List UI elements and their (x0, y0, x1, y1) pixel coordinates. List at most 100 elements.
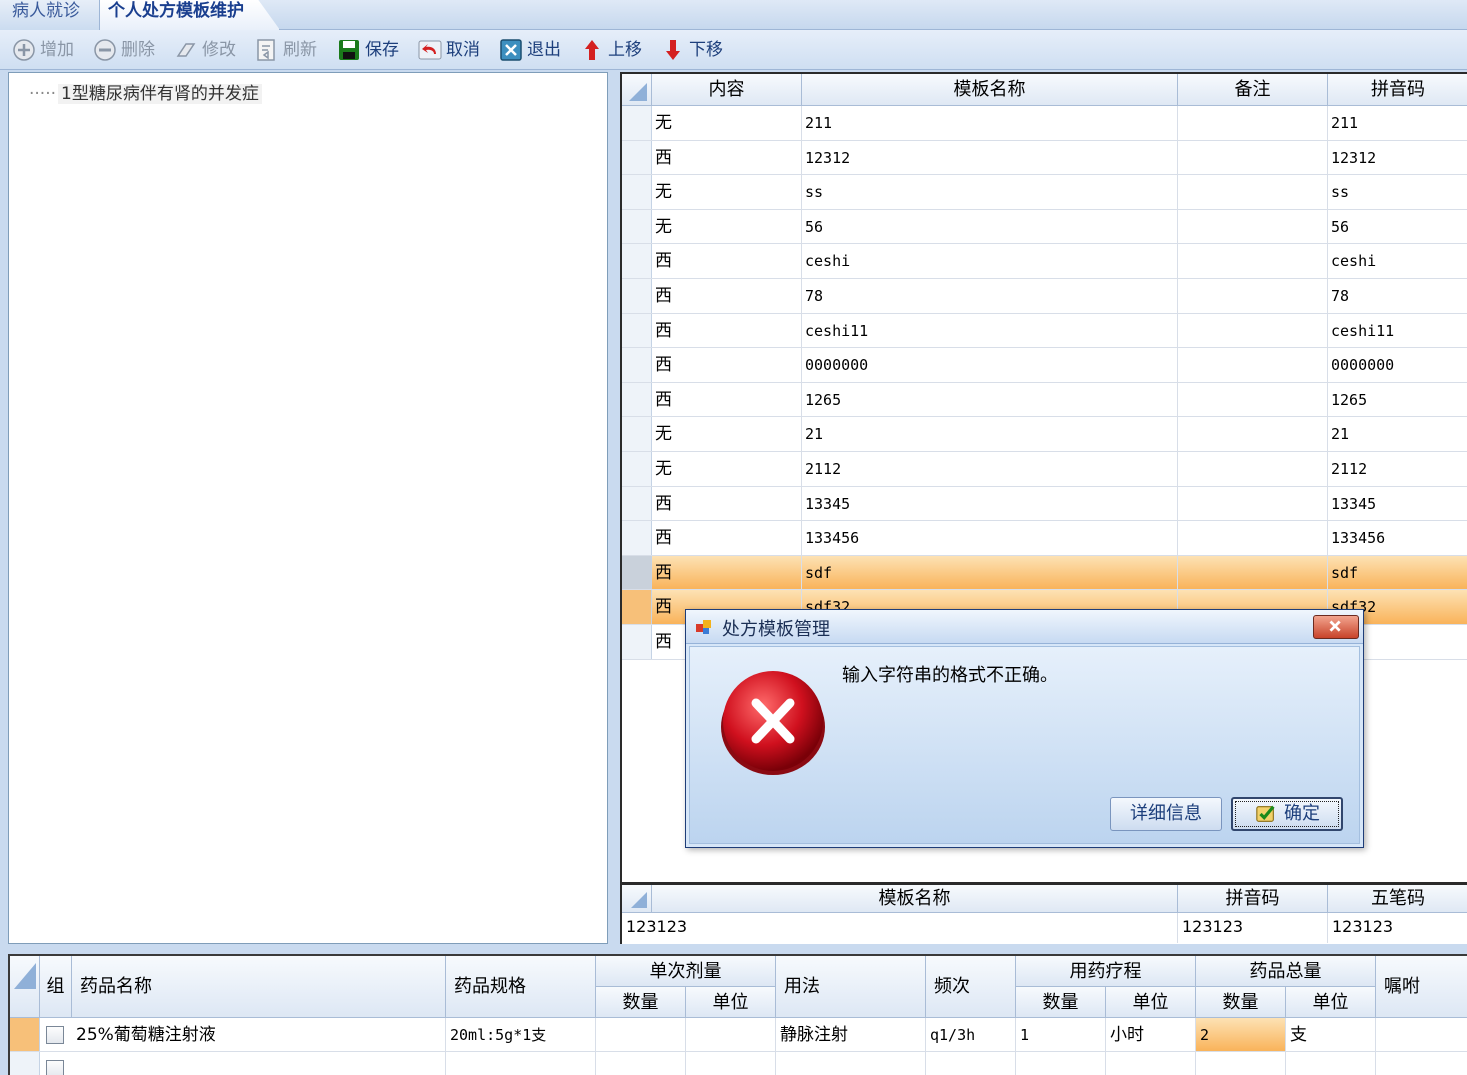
cell-name[interactable]: 78 (802, 279, 1178, 313)
add-button[interactable]: 增加 (12, 36, 74, 64)
template-edit-grid[interactable]: 模板名称 拼音码 五笔码 123123 123123 123123 (620, 882, 1467, 944)
dose-unit-cell[interactable] (686, 1018, 776, 1051)
cell-name[interactable]: ss (802, 175, 1178, 209)
horizontal-splitter[interactable] (0, 946, 1467, 954)
row-header[interactable] (622, 106, 652, 140)
cell-name[interactable]: ceshi (802, 244, 1178, 278)
cell-name[interactable]: 21 (802, 417, 1178, 451)
cell-content[interactable]: 西 (652, 140, 802, 175)
template-row[interactable]: 西 sdf sdf (622, 555, 1467, 591)
col-header-pinyin[interactable]: 拼音码 (1328, 74, 1467, 106)
cell-note[interactable] (1178, 486, 1328, 521)
drug-grid-corner[interactable] (10, 956, 40, 1018)
cell-content[interactable]: 西 (652, 521, 802, 555)
col-header-total-unit[interactable]: 单位 (1286, 987, 1376, 1018)
save-button[interactable]: 保存 (337, 36, 399, 64)
cell-content[interactable]: 西 (652, 348, 802, 382)
cell-note[interactable] (1178, 175, 1328, 209)
col-header-course[interactable]: 用药疗程 (1016, 956, 1196, 987)
template-row[interactable]: 西 ceshi11 ceshi11 (622, 313, 1467, 349)
row-header[interactable] (10, 1018, 40, 1051)
template-row[interactable]: 无 21 21 (622, 417, 1467, 452)
course-unit-cell[interactable] (1106, 1052, 1196, 1075)
cell-content[interactable]: 西 (652, 555, 802, 590)
cell-pinyin[interactable]: ceshi11 (1328, 314, 1467, 348)
cell-name[interactable]: 211 (802, 106, 1178, 140)
frequency-cell[interactable] (926, 1052, 1016, 1075)
drug-row-empty[interactable] (10, 1052, 1467, 1075)
row-header[interactable] (622, 417, 652, 451)
refresh-button[interactable]: 刷新 (255, 36, 317, 64)
exit-button[interactable]: 退出 (499, 36, 561, 64)
col-header-single-dose[interactable]: 单次剂量 (596, 956, 776, 987)
cell-note[interactable] (1178, 417, 1328, 451)
cell-note[interactable] (1178, 140, 1328, 175)
row-header[interactable] (622, 175, 652, 209)
cancel-button[interactable]: 取消 (418, 36, 480, 64)
cell-name[interactable]: ceshi11 (802, 313, 1178, 348)
cell-content[interactable]: 无 (652, 106, 802, 140)
cell-name[interactable]: 56 (802, 209, 1178, 244)
move-up-button[interactable]: 上移 (580, 36, 642, 64)
cell-content[interactable]: 西 (652, 486, 802, 521)
col-header-note[interactable]: 备注 (1178, 74, 1328, 106)
edit-template-name-cell[interactable]: 123123 (622, 913, 1178, 943)
cell-note[interactable] (1178, 313, 1328, 348)
cell-name[interactable]: sdf (802, 555, 1178, 590)
drug-name-cell[interactable] (72, 1052, 446, 1075)
cell-pinyin[interactable]: 12312 (1328, 141, 1467, 175)
template-row[interactable]: 西 133456 133456 (622, 521, 1467, 556)
row-header[interactable] (622, 348, 652, 382)
cell-note[interactable] (1178, 209, 1328, 244)
col-header-spec[interactable]: 药品规格 (446, 956, 596, 1018)
cell-content[interactable]: 西 (652, 313, 802, 348)
tab-patient-visit[interactable]: 病人就诊 (0, 0, 100, 30)
row-header[interactable] (622, 521, 652, 555)
cell-content[interactable]: 无 (652, 417, 802, 451)
template-row[interactable]: 无 211 211 (622, 106, 1467, 141)
cell-pinyin[interactable]: sdf (1328, 556, 1467, 590)
dose-qty-cell[interactable] (596, 1018, 686, 1051)
col-header-template-name[interactable]: 模板名称 (802, 74, 1178, 106)
col-header-drug-name[interactable]: 药品名称 (72, 956, 446, 1018)
cell-pinyin[interactable]: 0000000 (1328, 348, 1467, 382)
template-row[interactable]: 无 2112 2112 (622, 452, 1467, 487)
col-header-usage[interactable]: 用法 (776, 956, 926, 1018)
move-down-button[interactable]: 下移 (661, 36, 723, 64)
cell-name[interactable]: 0000000 (802, 348, 1178, 382)
cell-note[interactable] (1178, 348, 1328, 382)
cell-pinyin[interactable]: 2112 (1328, 452, 1467, 486)
course-qty-cell[interactable]: 1 (1016, 1018, 1106, 1051)
row-header[interactable] (622, 382, 652, 417)
group-checkbox[interactable] (46, 1026, 64, 1044)
tab-personal-template[interactable]: 个人处方模板维护 (100, 0, 280, 30)
edit-pinyin-cell[interactable]: 123123 (1178, 913, 1328, 943)
dose-unit-cell[interactable] (686, 1052, 776, 1075)
col-header-content[interactable]: 内容 (652, 74, 802, 106)
cell-note[interactable] (1178, 279, 1328, 313)
tree-node[interactable]: ····· 1型糖尿病伴有肾的并发症 (29, 79, 262, 104)
cell-pinyin[interactable]: ceshi (1328, 244, 1467, 278)
drug-name-cell[interactable]: 25%葡萄糖注射液 (72, 1018, 446, 1051)
cell-pinyin[interactable]: ss (1328, 175, 1467, 209)
cell-content[interactable]: 西 (652, 244, 802, 278)
cell-note[interactable] (1178, 521, 1328, 555)
cell-content[interactable]: 西 (652, 279, 802, 313)
cell-pinyin[interactable]: 78 (1328, 279, 1467, 313)
dialog-titlebar[interactable]: 处方模板管理 (686, 610, 1363, 644)
col-header-dose-unit[interactable]: 单位 (686, 987, 776, 1018)
row-header[interactable] (622, 279, 652, 313)
template-row[interactable]: 西 13345 13345 (622, 486, 1467, 522)
cell-pinyin[interactable]: 21 (1328, 417, 1467, 451)
details-button[interactable]: 详细信息 (1110, 797, 1222, 831)
drug-row[interactable]: 25%葡萄糖注射液 20ml:5g*1支 静脉注射 q1/3h 1 小时 2 支 (10, 1018, 1467, 1052)
dose-qty-cell[interactable] (596, 1052, 686, 1075)
cell-name[interactable]: 2112 (802, 452, 1178, 486)
cell-note[interactable] (1178, 244, 1328, 278)
template-row[interactable]: 西 0000000 0000000 (622, 348, 1467, 383)
cell-name[interactable]: 1265 (802, 382, 1178, 417)
frequency-cell[interactable]: q1/3h (926, 1018, 1016, 1051)
total-unit-cell[interactable]: 支 (1286, 1018, 1376, 1051)
spec-cell[interactable] (446, 1052, 596, 1075)
delete-button[interactable]: 删除 (93, 36, 155, 64)
